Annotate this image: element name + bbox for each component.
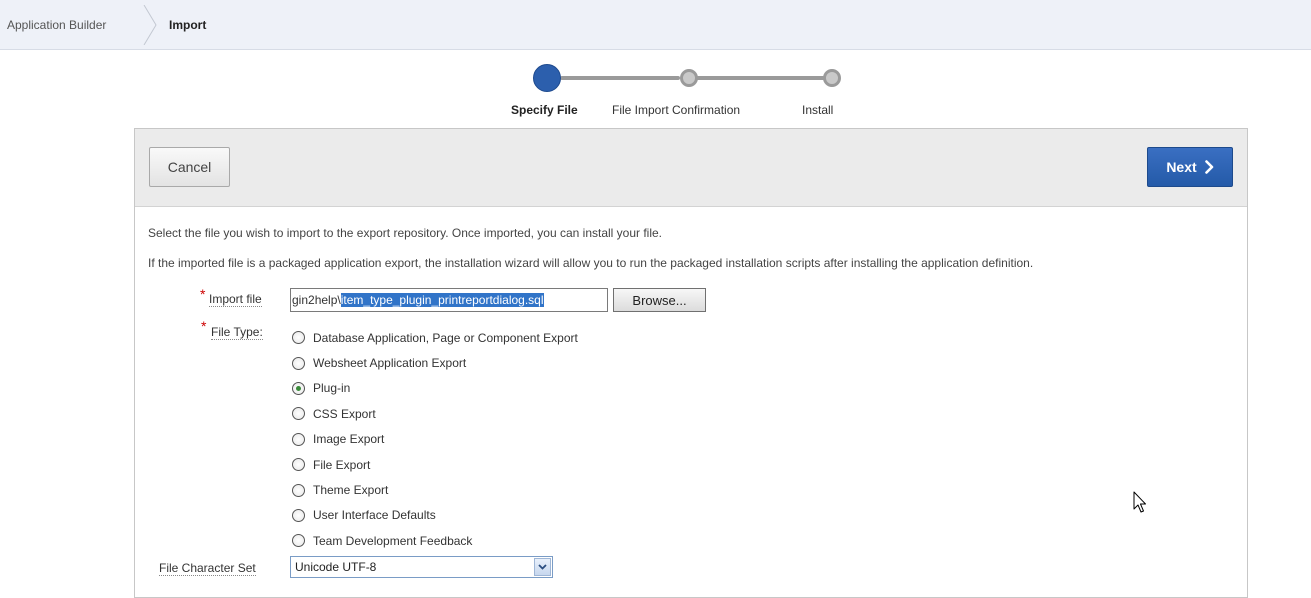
- breadcrumb-application-builder[interactable]: Application Builder: [7, 18, 106, 32]
- chevron-right-icon: [1204, 160, 1213, 174]
- radio-option[interactable]: Theme Export: [292, 477, 578, 502]
- import-file-path-selected: item_type_plugin_printreportdialog.sql: [340, 293, 544, 307]
- instruction-text-packaged: If the imported file is a packaged appli…: [148, 256, 1034, 270]
- radio-button[interactable]: [292, 356, 305, 370]
- radio-option[interactable]: File Export: [292, 452, 578, 477]
- wizard-step-confirmation-label: File Import Confirmation: [612, 103, 741, 117]
- file-character-set-value: Unicode UTF-8: [295, 560, 377, 574]
- required-icon: *: [200, 286, 206, 302]
- import-panel: Cancel Next Select the file you wish to …: [134, 128, 1248, 598]
- radio-option[interactable]: CSS Export: [292, 401, 578, 426]
- radio-option[interactable]: Websheet Application Export: [292, 350, 578, 375]
- radio-label[interactable]: Websheet Application Export: [313, 356, 466, 370]
- radio-button[interactable]: [292, 534, 305, 548]
- file-character-set-label: File Character Set: [159, 561, 256, 576]
- wizard-step-install-dot: [823, 69, 841, 87]
- next-button[interactable]: Next: [1147, 147, 1233, 187]
- chevron-down-icon[interactable]: [534, 558, 551, 576]
- radio-button[interactable]: [292, 331, 305, 345]
- breadcrumb-separator-icon: [143, 5, 157, 45]
- file-character-set-select[interactable]: Unicode UTF-8: [290, 556, 553, 578]
- import-file-input[interactable]: gin2help\item_type_plugin_printreportdia…: [290, 288, 608, 312]
- radio-button[interactable]: [292, 458, 305, 472]
- import-file-path-prefix: gin2help\: [292, 293, 341, 307]
- required-icon: *: [201, 318, 207, 334]
- wizard-step-confirmation-dot: [680, 69, 698, 87]
- wizard-progress: Specify File File Import Confirmation In…: [480, 64, 900, 124]
- cancel-button-label: Cancel: [167, 159, 212, 175]
- radio-label[interactable]: Team Development Feedback: [313, 534, 472, 548]
- button-bar: Cancel Next: [135, 129, 1247, 207]
- radio-option[interactable]: Plug-in: [292, 376, 578, 401]
- radio-label[interactable]: User Interface Defaults: [313, 508, 436, 522]
- radio-option[interactable]: Image Export: [292, 427, 578, 452]
- radio-button[interactable]: [292, 432, 305, 446]
- radio-label[interactable]: File Export: [313, 458, 370, 472]
- wizard-step-specify-file-dot: [533, 64, 561, 92]
- browse-button[interactable]: Browse...: [613, 288, 706, 312]
- breadcrumb-import: Import: [169, 18, 207, 32]
- radio-option[interactable]: Team Development Feedback: [292, 528, 578, 553]
- radio-option[interactable]: Database Application, Page or Component …: [292, 325, 578, 350]
- radio-button[interactable]: [292, 407, 305, 421]
- radio-option[interactable]: User Interface Defaults: [292, 503, 578, 528]
- wizard-connector: [695, 76, 825, 80]
- wizard-step-install-label: Install: [802, 103, 834, 117]
- breadcrumb: Application Builder Import: [0, 0, 1311, 50]
- radio-label[interactable]: Database Application, Page or Component …: [313, 331, 578, 345]
- browse-button-label: Browse...: [632, 292, 687, 308]
- next-button-label: Next: [1166, 159, 1197, 175]
- mouse-cursor-icon: [1133, 491, 1146, 513]
- radio-button-checked[interactable]: [292, 381, 305, 395]
- radio-label[interactable]: Image Export: [313, 432, 384, 446]
- radio-button[interactable]: [292, 483, 305, 497]
- instruction-text: Select the file you wish to import to th…: [148, 226, 663, 240]
- file-type-radio-group: Database Application, Page or Component …: [292, 325, 578, 554]
- radio-button[interactable]: [292, 508, 305, 522]
- radio-label[interactable]: CSS Export: [313, 407, 376, 421]
- import-file-label: Import file: [209, 292, 262, 307]
- file-type-label: File Type:: [211, 325, 263, 340]
- wizard-step-specify-file-label: Specify File: [511, 103, 578, 117]
- wizard-connector: [560, 76, 680, 80]
- cancel-button[interactable]: Cancel: [149, 147, 230, 187]
- radio-label[interactable]: Theme Export: [313, 483, 388, 497]
- radio-label[interactable]: Plug-in: [313, 381, 350, 395]
